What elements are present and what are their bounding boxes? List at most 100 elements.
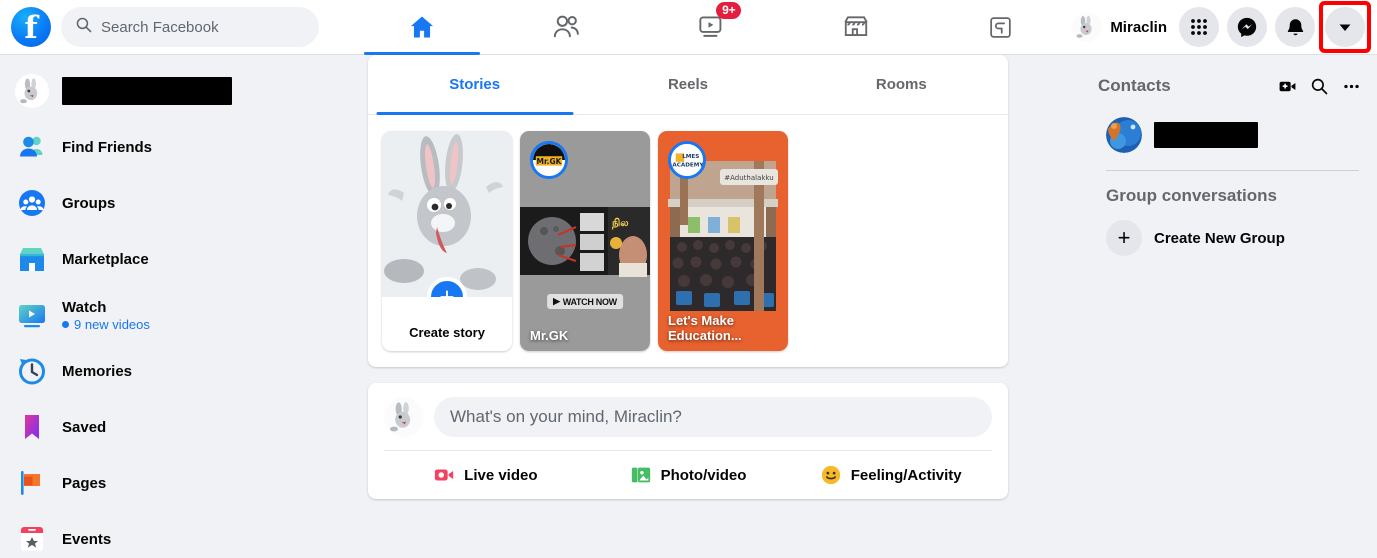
composer-input[interactable]: What's on your mind, Miraclin? [434, 397, 992, 437]
grid-menu-icon [1190, 18, 1208, 36]
tab-label: Stories [449, 76, 500, 93]
sidebar-item-saved[interactable]: Saved [6, 399, 360, 455]
sidebar-item-watch[interactable]: Watch 9 new videos [6, 287, 360, 343]
action-label: Feeling/Activity [851, 467, 962, 484]
nav-friends[interactable] [494, 0, 638, 55]
main-feed: Stories Reels Rooms [368, 55, 1008, 558]
topbar-nav: 9+ [350, 0, 1072, 55]
pages-flag-icon [14, 465, 50, 501]
search-icon [1310, 77, 1328, 95]
sidebar-item-groups[interactable]: Groups [6, 175, 360, 231]
notifications-button[interactable] [1275, 7, 1315, 47]
messenger-button[interactable] [1227, 7, 1267, 47]
contact-avatar [1106, 117, 1142, 153]
mr-gk-logo: Mr.GK [533, 143, 565, 177]
svg-text:ACADEMY: ACADEMY [672, 163, 703, 169]
contacts-header: Contacts [1098, 69, 1367, 103]
watch-now-label: WATCH NOW [563, 297, 617, 307]
video-camera-plus-icon [1278, 77, 1297, 96]
stories-list: + Create story [368, 115, 1008, 367]
home-icon [408, 13, 436, 41]
more-horizontal-icon [1342, 77, 1361, 96]
create-story-label: Create story [409, 325, 485, 340]
contacts-divider [1106, 170, 1359, 171]
profile-avatar [14, 73, 50, 109]
create-story-thumbnail: + [382, 131, 512, 297]
sidebar-item-label: Marketplace [62, 251, 149, 268]
search-input[interactable]: Search Facebook [61, 7, 319, 47]
stories-tabs: Stories Reels Rooms [368, 55, 1008, 115]
nav-home[interactable] [350, 0, 494, 55]
top-navigation-bar: Search Facebook 9+ [0, 0, 1377, 55]
photo-video-icon [630, 464, 652, 486]
sidebar-item-memories[interactable]: Memories [6, 343, 360, 399]
tab-reels[interactable]: Reels [581, 55, 794, 114]
story-card[interactable]: நில Mr.GK ▶ WATCH NOW [520, 131, 650, 351]
contact-name-redacted [1154, 122, 1258, 148]
story-card[interactable]: #Aduthalakku LMES ACADEMY Let's Make Edu… [658, 131, 788, 351]
plus-icon: + [1106, 220, 1142, 256]
nav-marketplace[interactable] [783, 0, 927, 55]
svg-text:#Aduthalakku: #Aduthalakku [724, 174, 773, 182]
composer-actions: Live video Photo/video Feeling/Activity [384, 451, 992, 499]
group-conversations-title: Group conversations [1098, 186, 1367, 206]
menu-grid-button[interactable] [1179, 7, 1219, 47]
friends-icon [552, 12, 582, 42]
contacts-options-button[interactable] [1335, 70, 1367, 102]
story-watch-now-badge: ▶ WATCH NOW [547, 294, 623, 309]
photo-video-button[interactable]: Photo/video [587, 451, 790, 499]
avatar[interactable] [384, 397, 424, 437]
sidebar-item-label: Groups [62, 195, 115, 212]
find-friends-icon [14, 129, 50, 165]
composer-top-row: What's on your mind, Miraclin? [384, 397, 992, 437]
stories-card: Stories Reels Rooms [368, 55, 1008, 367]
search-placeholder: Search Facebook [101, 19, 219, 36]
feeling-activity-icon [820, 464, 842, 486]
account-profile-button[interactable]: Miraclin [1072, 12, 1171, 42]
contacts-title: Contacts [1098, 76, 1271, 96]
sidebar-item-label: Memories [62, 363, 132, 380]
tab-stories[interactable]: Stories [368, 55, 581, 114]
sidebar-item-marketplace[interactable]: Marketplace [6, 231, 360, 287]
right-sidebar: Contacts [1090, 55, 1377, 558]
sidebar-item-pages[interactable]: Pages [6, 455, 360, 511]
avatar [1072, 12, 1102, 42]
messenger-icon [1236, 16, 1258, 38]
tab-label: Reels [668, 76, 708, 93]
sidebar-item-find-friends[interactable]: Find Friends [6, 119, 360, 175]
sidebar-item-label: Saved [62, 419, 106, 436]
topbar-left: Search Facebook [0, 7, 350, 47]
tab-rooms[interactable]: Rooms [795, 55, 1008, 114]
action-label: Photo/video [661, 467, 747, 484]
facebook-logo[interactable] [11, 7, 51, 47]
create-story-card[interactable]: + Create story [382, 131, 512, 351]
sidebar-item-profile[interactable] [6, 63, 360, 119]
account-dropdown-button[interactable] [1325, 7, 1365, 47]
search-contacts-button[interactable] [1303, 70, 1335, 102]
feeling-activity-button[interactable]: Feeling/Activity [789, 451, 992, 499]
new-video-room-button[interactable] [1271, 70, 1303, 102]
live-video-button[interactable]: Live video [384, 451, 587, 499]
create-new-group-button[interactable]: + Create New Group [1098, 216, 1367, 260]
contact-list-item[interactable] [1098, 113, 1367, 157]
sidebar-item-label: Find Friends [62, 139, 152, 156]
action-label: Live video [464, 467, 537, 484]
sidebar-item-label: Watch [62, 299, 150, 316]
story-avatar-ring: LMES ACADEMY [668, 141, 706, 179]
svg-text:Mr.GK: Mr.GK [537, 157, 563, 166]
search-icon [75, 16, 92, 38]
groups-icon [987, 14, 1014, 41]
post-composer-card: What's on your mind, Miraclin? Live vide… [368, 383, 1008, 499]
saved-bookmark-icon [14, 409, 50, 445]
sidebar-item-events[interactable]: Events [6, 511, 360, 558]
sidebar-item-sublabel: 9 new videos [74, 317, 150, 332]
svg-text:நில: நில [611, 217, 629, 230]
nav-watch[interactable]: 9+ [639, 0, 783, 55]
nav-groups[interactable] [928, 0, 1072, 55]
topbar-right: Miraclin [1072, 5, 1377, 49]
watch-icon [14, 297, 50, 333]
memories-clock-icon [14, 353, 50, 389]
sidebar-item-label: Events [62, 531, 111, 548]
sidebar-watch-text: Watch 9 new videos [62, 299, 150, 332]
svg-text:LMES: LMES [682, 154, 699, 160]
